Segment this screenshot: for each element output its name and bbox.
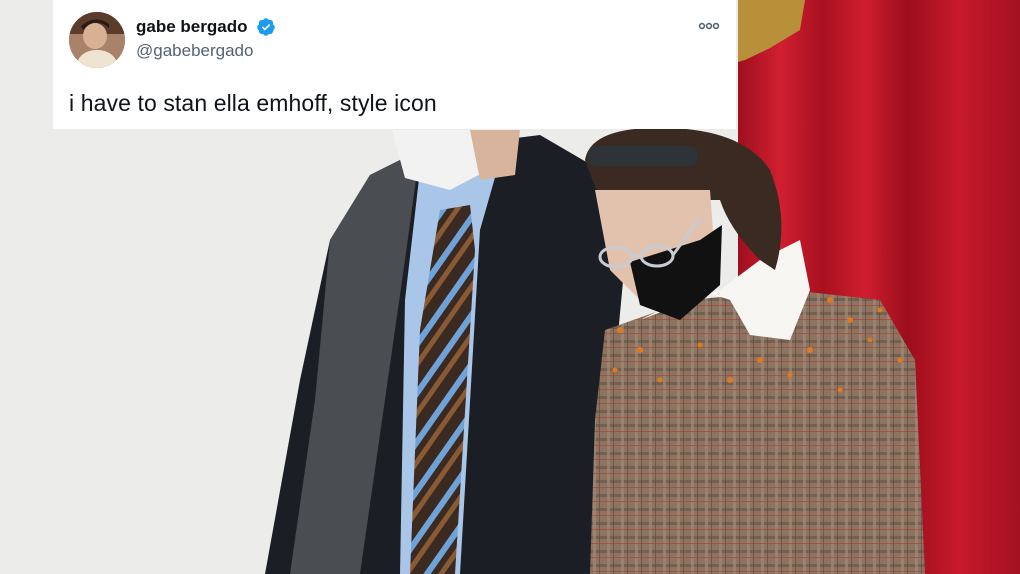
tweet-card[interactable]: gabe bergado @gabebergado i have to stan… — [53, 0, 736, 129]
verified-badge-icon — [256, 17, 276, 37]
author-handle[interactable]: @gabebergado — [136, 41, 253, 61]
tweet-text: i have to stan ella emhoff, style icon — [69, 90, 437, 116]
woman-headband — [588, 146, 698, 166]
author-avatar[interactable] — [69, 12, 125, 68]
avatar-image — [69, 12, 125, 68]
author-display-name[interactable]: gabe bergado — [136, 17, 247, 37]
more-options-icon[interactable] — [698, 19, 720, 33]
